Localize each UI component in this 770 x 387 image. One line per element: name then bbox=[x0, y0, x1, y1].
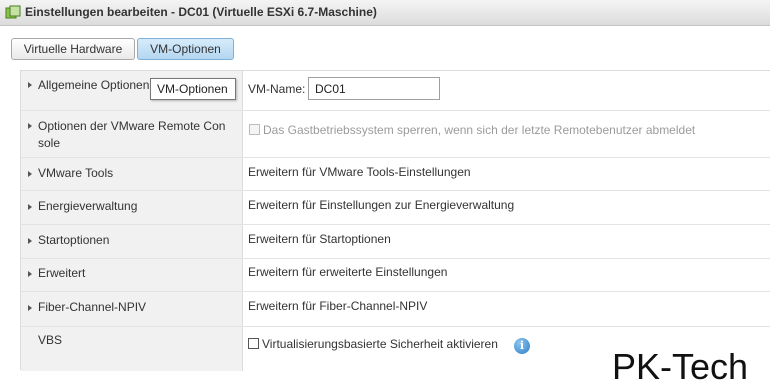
tooltip: VM-Optionen bbox=[150, 78, 236, 100]
row-label: Erweitert bbox=[38, 266, 86, 280]
options-panel: Allgemeine Optionen VM-Name: Optionen de… bbox=[20, 70, 770, 371]
row-label-cell[interactable]: Energieverwaltung bbox=[21, 191, 243, 224]
lock-guest-os-option: Das Gastbetriebssystem sperren, wenn sic… bbox=[249, 123, 695, 137]
row-label: Fiber-Channel-NPIV bbox=[38, 300, 147, 314]
vm-name-input[interactable] bbox=[308, 77, 440, 100]
row-value: Erweitern für Fiber-Channel-NPIV bbox=[248, 299, 428, 313]
info-icon[interactable]: i bbox=[514, 338, 530, 354]
row-label-cell[interactable]: VMware Tools bbox=[21, 158, 243, 190]
row-value: Erweitern für Startoptionen bbox=[248, 232, 391, 246]
vbs-checkbox[interactable] bbox=[248, 338, 259, 349]
dialog-title: Einstellungen bearbeiten - DC01 (Virtuel… bbox=[25, 5, 377, 19]
row-label: VMware Tools bbox=[38, 166, 114, 180]
row-label-cell[interactable]: Erweitert bbox=[21, 259, 243, 291]
expand-arrow-icon[interactable] bbox=[28, 82, 32, 88]
row-advanced: Erweitert Erweitern für erweiterte Einst… bbox=[21, 259, 770, 292]
vm-name-label: VM-Name: bbox=[248, 82, 306, 96]
tab-vm-options[interactable]: VM-Optionen bbox=[137, 38, 234, 60]
tab-virtual-hardware[interactable]: Virtuelle Hardware bbox=[11, 38, 135, 60]
vbs-label: Virtualisierungsbasierte Sicherheit akti… bbox=[262, 337, 498, 351]
row-label: Energieverwaltung bbox=[38, 199, 138, 213]
lock-guest-os-checkbox[interactable] bbox=[249, 124, 260, 135]
row-value: Erweitern für erweiterte Einstellungen bbox=[248, 265, 448, 279]
expand-arrow-icon[interactable] bbox=[28, 123, 32, 129]
row-boot-options: Startoptionen Erweitern für Startoptione… bbox=[21, 225, 770, 259]
row-label: VBS bbox=[38, 333, 63, 347]
row-fiber-channel-npiv: Fiber-Channel-NPIV Erweitern für Fiber-C… bbox=[21, 292, 770, 327]
expand-arrow-icon[interactable] bbox=[28, 204, 32, 210]
expand-arrow-icon[interactable] bbox=[28, 238, 32, 244]
row-label-cell[interactable]: Startoptionen bbox=[21, 225, 243, 258]
expand-arrow-icon[interactable] bbox=[28, 171, 32, 177]
row-power-management: Energieverwaltung Erweitern für Einstell… bbox=[21, 191, 770, 225]
row-label: Allgemeine Optionen bbox=[38, 78, 150, 92]
expand-arrow-icon[interactable] bbox=[28, 305, 32, 311]
vbs-option: Virtualisierungsbasierte Sicherheit akti… bbox=[248, 337, 498, 351]
row-label-cell: VBS bbox=[21, 327, 243, 371]
row-label-cell[interactable]: Fiber-Channel-NPIV bbox=[21, 292, 243, 326]
row-label-cell[interactable]: Optionen der VMware Remote Con sole bbox=[21, 111, 243, 157]
watermark: PK-Tech bbox=[610, 346, 751, 387]
row-label: Optionen der VMware Remote Con sole bbox=[38, 118, 225, 152]
row-label-line2: sole bbox=[38, 136, 61, 150]
lock-guest-os-label: Das Gastbetriebssystem sperren, wenn sic… bbox=[263, 123, 696, 137]
row-vmware-tools: VMware Tools Erweitern für VMware Tools-… bbox=[21, 158, 770, 191]
expand-arrow-icon[interactable] bbox=[28, 271, 32, 277]
row-remote-console-options: Optionen der VMware Remote Con sole Das … bbox=[21, 111, 770, 158]
dialog-titlebar: Einstellungen bearbeiten - DC01 (Virtuel… bbox=[0, 0, 770, 26]
vm-icon bbox=[5, 5, 21, 19]
row-value: Erweitern für Einstellungen zur Energiev… bbox=[248, 198, 515, 212]
row-value: Erweitern für VMware Tools-Einstellungen bbox=[248, 165, 471, 179]
row-label-line1: Optionen der VMware Remote Con bbox=[38, 119, 226, 133]
row-label: Startoptionen bbox=[38, 233, 110, 247]
